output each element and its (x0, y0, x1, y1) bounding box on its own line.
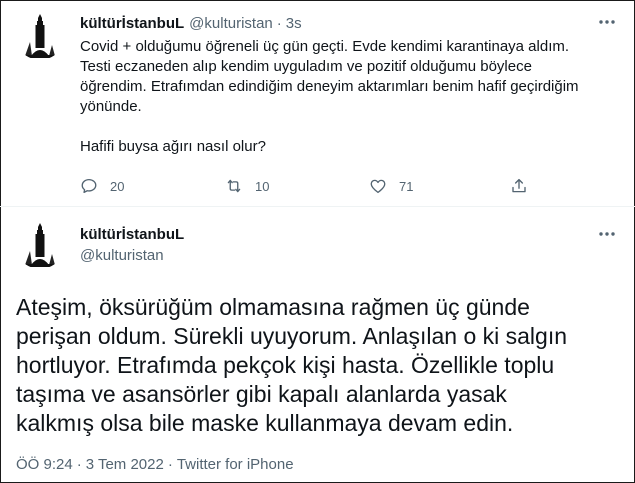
reply-count: 20 (110, 178, 125, 194)
tweet-time[interactable]: 3s (286, 15, 302, 32)
user-handle[interactable]: @kulturistan (80, 247, 164, 264)
tweet-header: kültürİstanbuL @kulturistan · 3s (80, 13, 302, 33)
tweet-body-line: hortluyor. Etrafımda pekçok kişi hasta. … (16, 352, 555, 378)
tweet-body-line: yönünde. (80, 98, 142, 115)
tweet-date[interactable]: 3 Tem 2022 (86, 456, 164, 473)
tweet-body-line: Covid + olduğumu öğreneli üç gün geçti. … (80, 38, 570, 55)
reply-icon (81, 178, 97, 194)
more-options-button[interactable] (597, 12, 617, 32)
tweet-body-line: perişan oldum. Sürekli uyuyorum. Anlaşıl… (16, 323, 568, 349)
tweet-body-line: öğrendim. Etrafımdan edindiğim deneyim a… (80, 78, 579, 95)
tweet-body-line: Testi eczaneden alıp kendim uyguladım ve… (80, 58, 532, 75)
tweet-time[interactable]: ÖÖ 9:24 (16, 456, 73, 473)
heart-icon (370, 179, 386, 194)
display-name[interactable]: kültürİstanbuL (80, 226, 184, 243)
like-button[interactable]: 71 (369, 176, 413, 196)
tweet-body-line: Hafifi buysa ağırı nasıl olur? (80, 138, 266, 155)
tweet-source[interactable]: Twitter for iPhone (177, 456, 294, 473)
tweet-divider (0, 206, 635, 207)
profile-avatar[interactable] (16, 12, 64, 60)
galata-tower-avatar (16, 221, 64, 269)
reply-button[interactable]: 20 (80, 176, 124, 196)
tweet-reply[interactable]: kültürİstanbuL @kulturistan · 3s Covid +… (0, 0, 635, 205)
user-handle[interactable]: @kulturistan (189, 15, 273, 32)
share-button[interactable] (510, 176, 528, 196)
separator-dot: · (276, 14, 282, 32)
more-dots-icon (599, 232, 615, 236)
separator-dot: · (167, 456, 173, 473)
tweet-body: Covid + olduğumu öğreneli üç gün geçti. … (80, 37, 615, 157)
retweet-count: 10 (255, 178, 270, 194)
display-name[interactable]: kültürİstanbuL (80, 15, 184, 32)
galata-tower-avatar (16, 12, 64, 60)
like-count: 71 (399, 178, 414, 194)
tweet-body-line: taşıma ve asansörler gibi kapalı alanlar… (16, 381, 507, 407)
tweet-metadata: ÖÖ 9:24 · 3 Tem 2022 · Twitter for iPhon… (16, 456, 294, 473)
share-icon (512, 178, 526, 193)
tweet-body: Ateşim, öksürüğüm olmamasına rağmen üç g… (16, 293, 616, 438)
tweet-body-line: Ateşim, öksürüğüm olmamasına rağmen üç g… (16, 294, 530, 320)
separator-dot: · (76, 456, 82, 473)
tweet-actions: 20 10 71 (80, 176, 530, 196)
retweet-icon (227, 179, 241, 193)
more-dots-icon (599, 20, 615, 24)
more-options-button[interactable] (597, 224, 617, 244)
retweet-button[interactable]: 10 (225, 176, 269, 196)
profile-avatar[interactable] (16, 221, 64, 269)
tweet-body-line: kalkmış olsa bile maske kullanmaya devam… (16, 410, 514, 436)
